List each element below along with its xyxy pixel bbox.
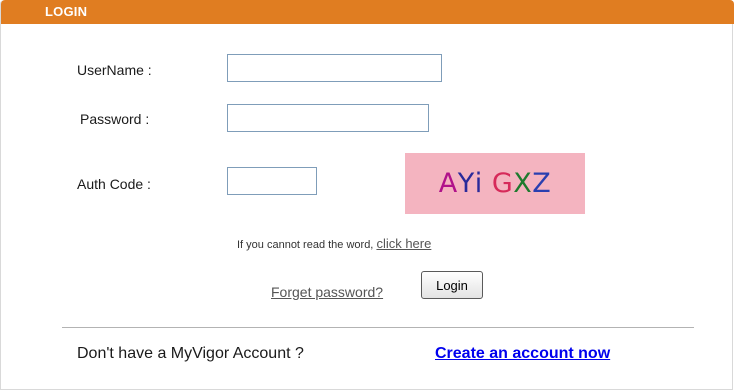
captcha-char: G bbox=[491, 168, 514, 199]
forgot-password-link[interactable]: Forget password? bbox=[271, 284, 383, 300]
no-account-prompt: Don't have a MyVigor Account ? bbox=[77, 345, 304, 362]
captcha-refresh-link[interactable]: click here bbox=[376, 236, 431, 251]
login-panel: LOGIN UserName : Password : Auth Code : … bbox=[0, 0, 734, 390]
captcha-char: Z bbox=[532, 168, 552, 199]
password-label: Password : bbox=[80, 111, 150, 127]
captcha-char: Y bbox=[457, 168, 475, 199]
captcha-image: AYi GXZ bbox=[405, 153, 585, 214]
password-input[interactable] bbox=[227, 104, 429, 132]
create-account-link[interactable]: Create an account now bbox=[435, 345, 610, 363]
captcha-hint: If you cannot read the word, click here bbox=[237, 236, 431, 251]
captcha-char bbox=[483, 168, 492, 199]
username-input[interactable] bbox=[227, 54, 442, 82]
auth-code-label: Auth Code : bbox=[77, 176, 151, 192]
captcha-char: A bbox=[438, 168, 458, 199]
section-divider bbox=[62, 327, 694, 328]
login-header-bar: LOGIN bbox=[1, 0, 734, 24]
username-label: UserName : bbox=[77, 62, 152, 78]
captcha-char: i bbox=[474, 168, 483, 199]
captcha-char: X bbox=[513, 168, 533, 199]
auth-code-input[interactable] bbox=[227, 167, 317, 195]
captcha-hint-text: If you cannot read the word, bbox=[237, 239, 374, 251]
login-header-title: LOGIN bbox=[45, 4, 88, 19]
login-button[interactable]: Login bbox=[421, 271, 483, 299]
